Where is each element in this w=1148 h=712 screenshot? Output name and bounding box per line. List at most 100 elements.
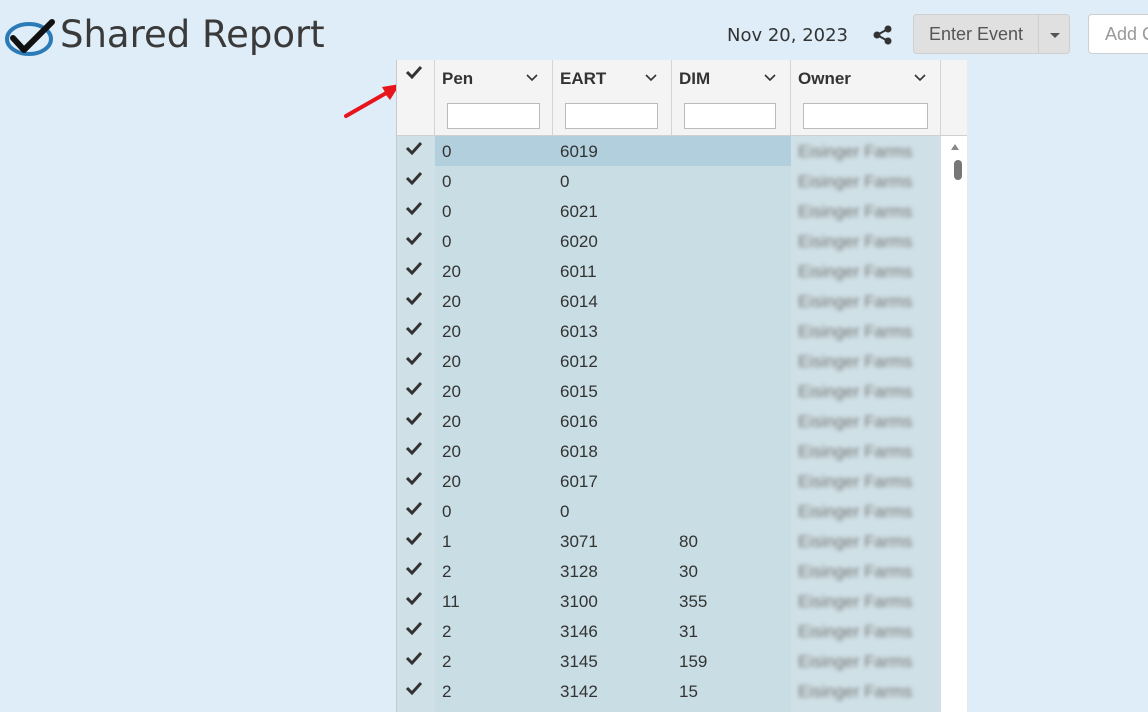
cell-dim[interactable] (672, 166, 791, 196)
scroll-up-icon[interactable] (951, 144, 959, 150)
enter-event-button[interactable]: Enter Event (913, 14, 1038, 54)
filter-input-owner[interactable] (803, 103, 928, 129)
cell-pen[interactable]: 2 (435, 556, 553, 586)
table-row[interactable]: 20 6018 Eisinger Farms (397, 436, 941, 466)
cell-dim[interactable] (672, 196, 791, 226)
cell-eart[interactable]: 6017 (553, 466, 672, 496)
table-row[interactable]: 20 6013 Eisinger Farms (397, 316, 941, 346)
cell-eart[interactable]: 3100 (553, 586, 672, 616)
row-check-cell[interactable] (397, 196, 435, 226)
column-header-dim[interactable]: DIM (672, 60, 791, 136)
table-row[interactable] (397, 706, 941, 712)
cell-owner[interactable]: Eisinger Farms (791, 616, 941, 646)
checkmark-icon[interactable] (405, 681, 423, 695)
cell-dim[interactable]: 355 (672, 586, 791, 616)
cell-eart[interactable]: 6014 (553, 286, 672, 316)
cell-eart[interactable]: 6015 (553, 376, 672, 406)
table-row[interactable]: 11 3100 355 Eisinger Farms (397, 586, 941, 616)
checkmark-icon[interactable] (405, 261, 423, 275)
row-check-cell[interactable] (397, 406, 435, 436)
column-header-eart[interactable]: EART (553, 60, 672, 136)
checkmark-icon[interactable] (405, 441, 423, 455)
cell-owner[interactable]: Eisinger Farms (791, 646, 941, 676)
row-check-cell[interactable] (397, 706, 435, 712)
cell-dim[interactable] (672, 256, 791, 286)
cell-dim[interactable]: 80 (672, 526, 791, 556)
cell-eart[interactable]: 6016 (553, 406, 672, 436)
cell-dim[interactable]: 159 (672, 646, 791, 676)
cell-eart[interactable]: 6013 (553, 316, 672, 346)
cell-pen[interactable]: 20 (435, 256, 553, 286)
row-check-cell[interactable] (397, 376, 435, 406)
table-row[interactable]: 2 3145 159 Eisinger Farms (397, 646, 941, 676)
cell-pen[interactable]: 0 (435, 166, 553, 196)
cell-eart[interactable]: 6019 (553, 136, 672, 166)
cell-owner[interactable]: Eisinger Farms (791, 556, 941, 586)
table-row[interactable]: 0 0 Eisinger Farms (397, 496, 941, 526)
chevron-down-icon[interactable] (764, 74, 776, 82)
cell-owner[interactable]: Eisinger Farms (791, 286, 941, 316)
table-row[interactable]: 20 6011 Eisinger Farms (397, 256, 941, 286)
cell-dim[interactable] (672, 226, 791, 256)
table-row[interactable]: 20 6015 Eisinger Farms (397, 376, 941, 406)
cell-pen[interactable]: 20 (435, 346, 553, 376)
row-check-cell[interactable] (397, 616, 435, 646)
cell-dim[interactable] (672, 406, 791, 436)
checkmark-icon[interactable] (405, 501, 423, 515)
cell-owner[interactable]: Eisinger Farms (791, 406, 941, 436)
cell-owner[interactable]: Eisinger Farms (791, 526, 941, 556)
row-check-cell[interactable] (397, 526, 435, 556)
table-row[interactable]: 20 6017 Eisinger Farms (397, 466, 941, 496)
cell-dim[interactable] (672, 466, 791, 496)
cell-eart[interactable]: 6018 (553, 436, 672, 466)
checkmark-icon[interactable] (405, 411, 423, 425)
cell-pen[interactable]: 2 (435, 646, 553, 676)
scroll-thumb[interactable] (954, 160, 962, 180)
row-check-cell[interactable] (397, 256, 435, 286)
checkmark-icon[interactable] (405, 171, 423, 185)
filter-input-pen[interactable] (447, 103, 540, 129)
cell-dim[interactable] (672, 376, 791, 406)
cell-owner[interactable]: Eisinger Farms (791, 436, 941, 466)
filter-input-eart[interactable] (565, 103, 658, 129)
cell-eart[interactable]: 6011 (553, 256, 672, 286)
checkmark-icon[interactable] (405, 561, 423, 575)
row-check-cell[interactable] (397, 556, 435, 586)
cell-pen[interactable]: 2 (435, 616, 553, 646)
vertical-scrollbar[interactable] (949, 140, 963, 712)
cell-pen[interactable]: 0 (435, 136, 553, 166)
row-check-cell[interactable] (397, 676, 435, 706)
select-all-header[interactable] (397, 60, 435, 136)
cell-dim[interactable] (672, 706, 791, 712)
chevron-down-icon[interactable] (914, 74, 926, 82)
checkmark-icon[interactable] (405, 231, 423, 245)
table-row[interactable]: 20 6014 Eisinger Farms (397, 286, 941, 316)
cell-pen[interactable]: 11 (435, 586, 553, 616)
cell-dim[interactable] (672, 496, 791, 526)
cell-dim[interactable] (672, 286, 791, 316)
cell-dim[interactable]: 31 (672, 616, 791, 646)
chevron-down-icon[interactable] (645, 74, 657, 82)
cell-pen[interactable]: 2 (435, 676, 553, 706)
cell-dim[interactable] (672, 316, 791, 346)
cell-owner[interactable]: Eisinger Farms (791, 676, 941, 706)
row-check-cell[interactable] (397, 226, 435, 256)
cell-owner[interactable]: Eisinger Farms (791, 166, 941, 196)
table-row[interactable]: 20 6012 Eisinger Farms (397, 346, 941, 376)
cell-pen[interactable]: 20 (435, 286, 553, 316)
cell-pen[interactable]: 20 (435, 436, 553, 466)
filter-input-dim[interactable] (684, 103, 776, 129)
cell-eart[interactable] (553, 706, 672, 712)
cell-owner[interactable]: Eisinger Farms (791, 226, 941, 256)
cell-dim[interactable] (672, 136, 791, 166)
checkmark-icon[interactable] (405, 201, 423, 215)
cell-owner[interactable]: Eisinger Farms (791, 376, 941, 406)
cell-owner[interactable]: Eisinger Farms (791, 136, 941, 166)
row-check-cell[interactable] (397, 166, 435, 196)
cell-eart[interactable]: 3142 (553, 676, 672, 706)
cell-owner[interactable]: Eisinger Farms (791, 346, 941, 376)
checkmark-icon[interactable] (405, 591, 423, 605)
row-check-cell[interactable] (397, 466, 435, 496)
checkmark-icon[interactable] (405, 531, 423, 545)
cell-owner[interactable]: Eisinger Farms (791, 496, 941, 526)
